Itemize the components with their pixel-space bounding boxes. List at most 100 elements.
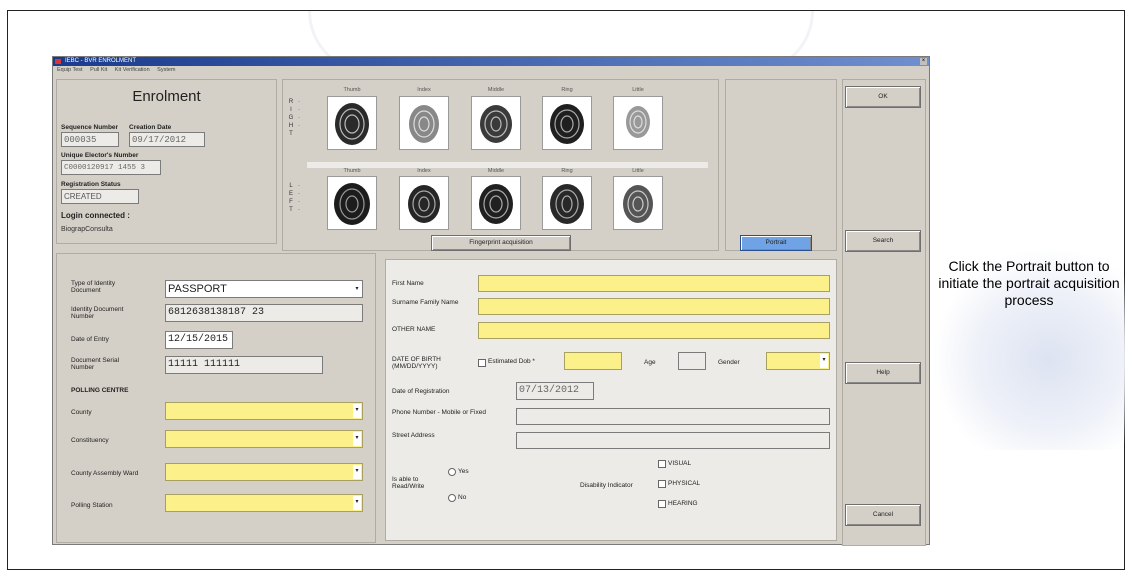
- fingerprint-left-thumb[interactable]: [327, 176, 377, 230]
- dob-label: DATE OF BIRTH (MM/DD/YYYY): [392, 356, 441, 370]
- gender-select[interactable]: ▾: [766, 352, 830, 370]
- literate-label: Is able to Read/Write: [392, 476, 425, 490]
- sequence-number-label: Sequence Number: [61, 124, 119, 131]
- estimated-dob-label: Estimated Dob *: [488, 358, 535, 365]
- id-number-field[interactable]: 6812638138187 23: [165, 304, 363, 322]
- fingerprint-right-thumb[interactable]: [327, 96, 377, 150]
- help-button[interactable]: Help: [845, 362, 921, 384]
- disability-physical-checkbox[interactable]: [658, 480, 666, 488]
- fingerprint-right-middle[interactable]: [471, 96, 521, 150]
- finger-label-right-ring: Ring: [561, 87, 573, 93]
- menu-item-equip-test[interactable]: Equip Test: [57, 67, 83, 73]
- age-label: Age: [644, 359, 656, 366]
- surname-field[interactable]: [478, 298, 830, 315]
- literate-yes-radio[interactable]: [448, 468, 456, 476]
- registration-status-select[interactable]: CREATED: [61, 189, 139, 204]
- chevron-down-icon: ▾: [353, 465, 361, 479]
- finger-label-right-index: Index: [417, 87, 431, 93]
- creation-date-field[interactable]: 09/17/2012: [129, 132, 205, 147]
- literate-no-label: No: [458, 494, 467, 501]
- chevron-down-icon: ▾: [353, 282, 361, 296]
- app-icon: [55, 59, 61, 64]
- date-of-entry-field[interactable]: 12/15/2015: [165, 331, 233, 349]
- fingerprint-icon: [480, 105, 512, 143]
- menu-item-system[interactable]: System: [157, 67, 175, 73]
- cancel-button[interactable]: Cancel: [845, 504, 921, 526]
- enrolment-window: IEBC - BVR ENROLMENT × Equip Test Pull K…: [52, 56, 930, 546]
- disability-hearing-label: HEARING: [668, 500, 698, 507]
- registration-date-field[interactable]: 07/13/2012: [516, 382, 594, 400]
- fingerprint-panel: R · I · G · H · T L · E · F · T · Thumb Index Mi…: [282, 79, 719, 251]
- age-field[interactable]: [678, 352, 706, 370]
- fingerprint-left-little[interactable]: [613, 176, 663, 230]
- county-label: County: [71, 409, 92, 416]
- id-number-label: Identity Document Number: [71, 306, 124, 320]
- fingerprint-left-middle[interactable]: [471, 176, 521, 230]
- finger-label-right-little: Little: [632, 87, 644, 93]
- ok-button[interactable]: OK: [845, 86, 921, 108]
- estimated-dob-checkbox[interactable]: [478, 359, 486, 367]
- portrait-panel: Portrait: [725, 79, 837, 251]
- first-name-label: First Name: [392, 280, 424, 287]
- finger-label-left-thumb: Thumb: [343, 168, 361, 174]
- menu-item-kit-verification[interactable]: Kit Verification: [115, 67, 150, 73]
- fingerprint-left-index[interactable]: [399, 176, 449, 230]
- doc-type-label: Type of Identity Document: [71, 280, 116, 294]
- phone-field[interactable]: [516, 408, 830, 425]
- serial-label: Document Serial Number: [71, 357, 120, 371]
- chevron-down-icon: ▾: [353, 404, 361, 418]
- fingerprint-right-index[interactable]: [399, 96, 449, 150]
- county-select[interactable]: ▾: [165, 402, 363, 420]
- polling-centre-label: POLLING CENTRE: [71, 387, 129, 394]
- finger-label-right-thumb: Thumb: [343, 87, 361, 93]
- disability-label: Disability Indicator: [580, 482, 633, 489]
- chevron-down-icon: ▾: [353, 432, 361, 446]
- personal-details-panel: First Name Surname Family Name OTHER NAM…: [385, 259, 837, 541]
- chevron-down-icon: ▾: [820, 354, 828, 368]
- finger-label-right-middle: Middle: [487, 87, 505, 93]
- street-address-field[interactable]: [516, 432, 830, 449]
- fingerprint-icon: [550, 184, 584, 224]
- disability-visual-checkbox[interactable]: [658, 460, 666, 468]
- portrait-button[interactable]: Portrait: [740, 235, 812, 251]
- literate-no-radio[interactable]: [448, 494, 456, 502]
- dob-field[interactable]: [564, 352, 622, 370]
- polling-station-select[interactable]: ▾: [165, 494, 363, 512]
- fingerprint-icon: [409, 105, 439, 143]
- doc-type-select[interactable]: PASSPORT ▾: [165, 280, 363, 298]
- registration-status-value: CREATED: [64, 192, 102, 201]
- disability-physical-label: PHYSICAL: [668, 480, 701, 487]
- fingerprint-icon: [408, 185, 440, 223]
- login-value: BiograpConsulta: [61, 226, 113, 233]
- title-bar: IEBC - BVR ENROLMENT ×: [53, 57, 929, 66]
- instruction-callout: Click the Portrait button to initiate th…: [938, 258, 1120, 308]
- ward-select[interactable]: ▾: [165, 463, 363, 481]
- fingerprint-right-ring[interactable]: [542, 96, 592, 150]
- search-button[interactable]: Search: [845, 230, 921, 252]
- action-button-column: OK Search Help Cancel: [842, 79, 926, 546]
- gender-label: Gender: [718, 359, 740, 366]
- fingerprint-left-ring[interactable]: [542, 176, 592, 230]
- menu-item-pull-kit[interactable]: Pull Kit: [90, 67, 107, 73]
- doc-type-value: PASSPORT: [168, 283, 227, 295]
- first-name-field[interactable]: [478, 275, 830, 292]
- other-name-label: OTHER NAME: [392, 326, 436, 333]
- fingerprint-icon: [335, 103, 369, 145]
- fingerprint-icon: [334, 183, 370, 225]
- phone-label: Phone Number - Mobile or Fixed: [392, 409, 486, 416]
- constituency-select[interactable]: ▾: [165, 430, 363, 448]
- finger-label-left-little: Little: [632, 168, 644, 174]
- other-name-field[interactable]: [478, 322, 830, 339]
- fingerprint-acquisition-button[interactable]: Fingerprint acquisition: [431, 235, 571, 251]
- sequence-number-field[interactable]: 000035: [61, 132, 119, 147]
- unique-number-field[interactable]: C0000120917 1455 3: [61, 160, 161, 175]
- registration-status-label: Registration Status: [61, 181, 121, 188]
- serial-field[interactable]: 11111 111111: [165, 356, 323, 374]
- street-address-label: Street Address: [392, 432, 435, 439]
- fingerprint-icon: [550, 104, 584, 144]
- disability-hearing-checkbox[interactable]: [658, 500, 666, 508]
- close-icon[interactable]: ×: [920, 58, 927, 65]
- fingerprint-right-little[interactable]: [613, 96, 663, 150]
- finger-label-left-ring: Ring: [561, 168, 573, 174]
- login-label: Login connected :: [61, 211, 130, 220]
